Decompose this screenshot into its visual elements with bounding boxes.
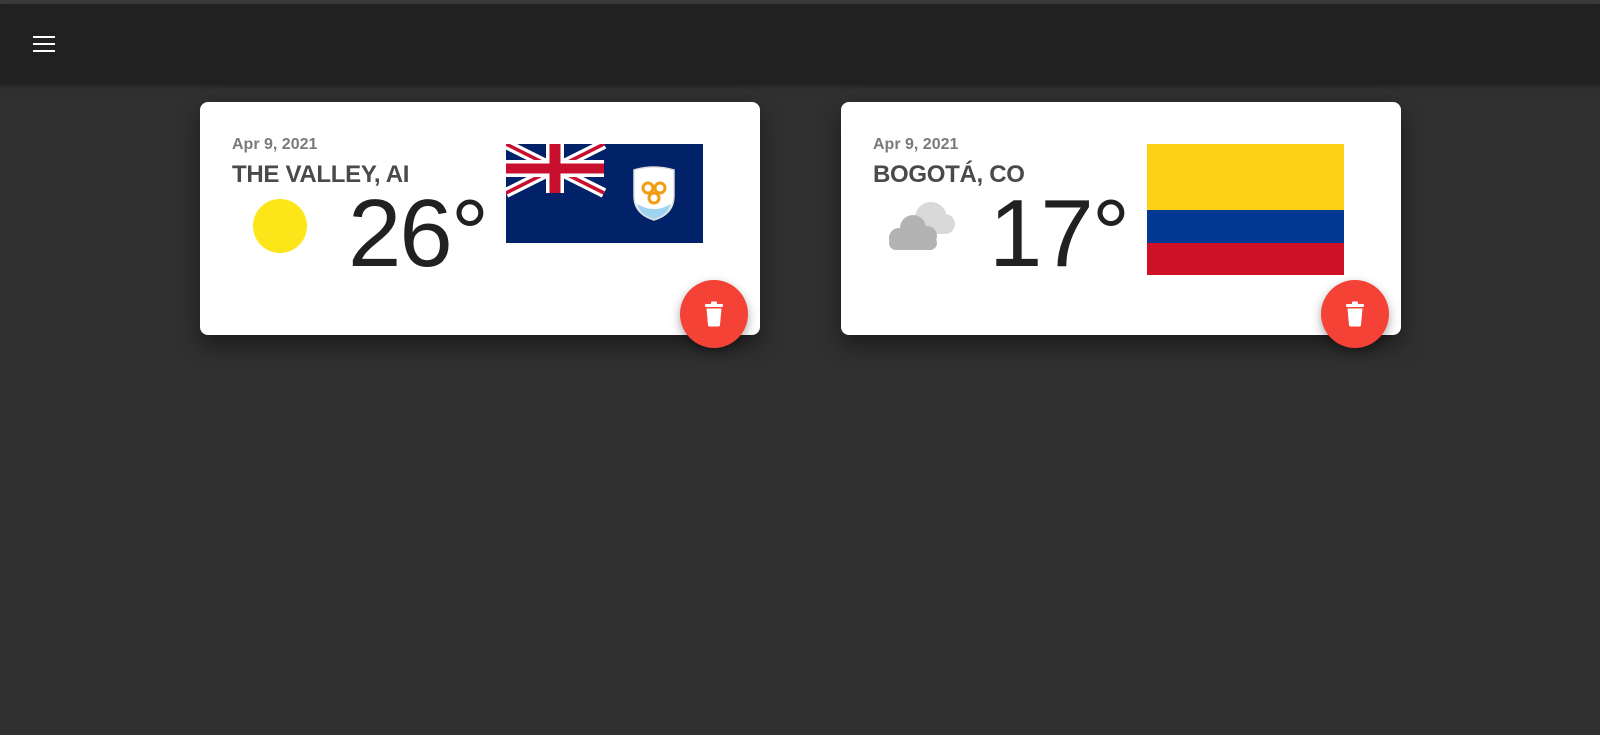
weather-card: Apr 9, 2021 THE VALLEY, AI 26° bbox=[200, 102, 760, 348]
sun-icon bbox=[240, 192, 320, 262]
card-date: Apr 9, 2021 bbox=[232, 136, 318, 153]
delete-button[interactable] bbox=[1321, 280, 1389, 348]
trash-icon bbox=[705, 301, 723, 327]
menu-icon-bar bbox=[33, 49, 55, 53]
card-date: Apr 9, 2021 bbox=[873, 136, 959, 153]
anguilla-flag bbox=[503, 139, 703, 243]
card-temperature: 26° bbox=[348, 180, 489, 287]
trash-icon bbox=[1346, 301, 1364, 327]
cloud-icon bbox=[881, 192, 961, 262]
menu-icon-bar bbox=[33, 42, 55, 46]
menu-icon-bar bbox=[33, 35, 55, 39]
card-temperature: 17° bbox=[989, 180, 1130, 287]
delete-button[interactable] bbox=[680, 280, 748, 348]
app-bar bbox=[0, 4, 1600, 84]
weather-card: Apr 9, 2021 BOGOTÁ, CO 17° bbox=[841, 102, 1401, 348]
colombia-flag bbox=[1147, 144, 1344, 275]
menu-button[interactable] bbox=[24, 24, 64, 64]
